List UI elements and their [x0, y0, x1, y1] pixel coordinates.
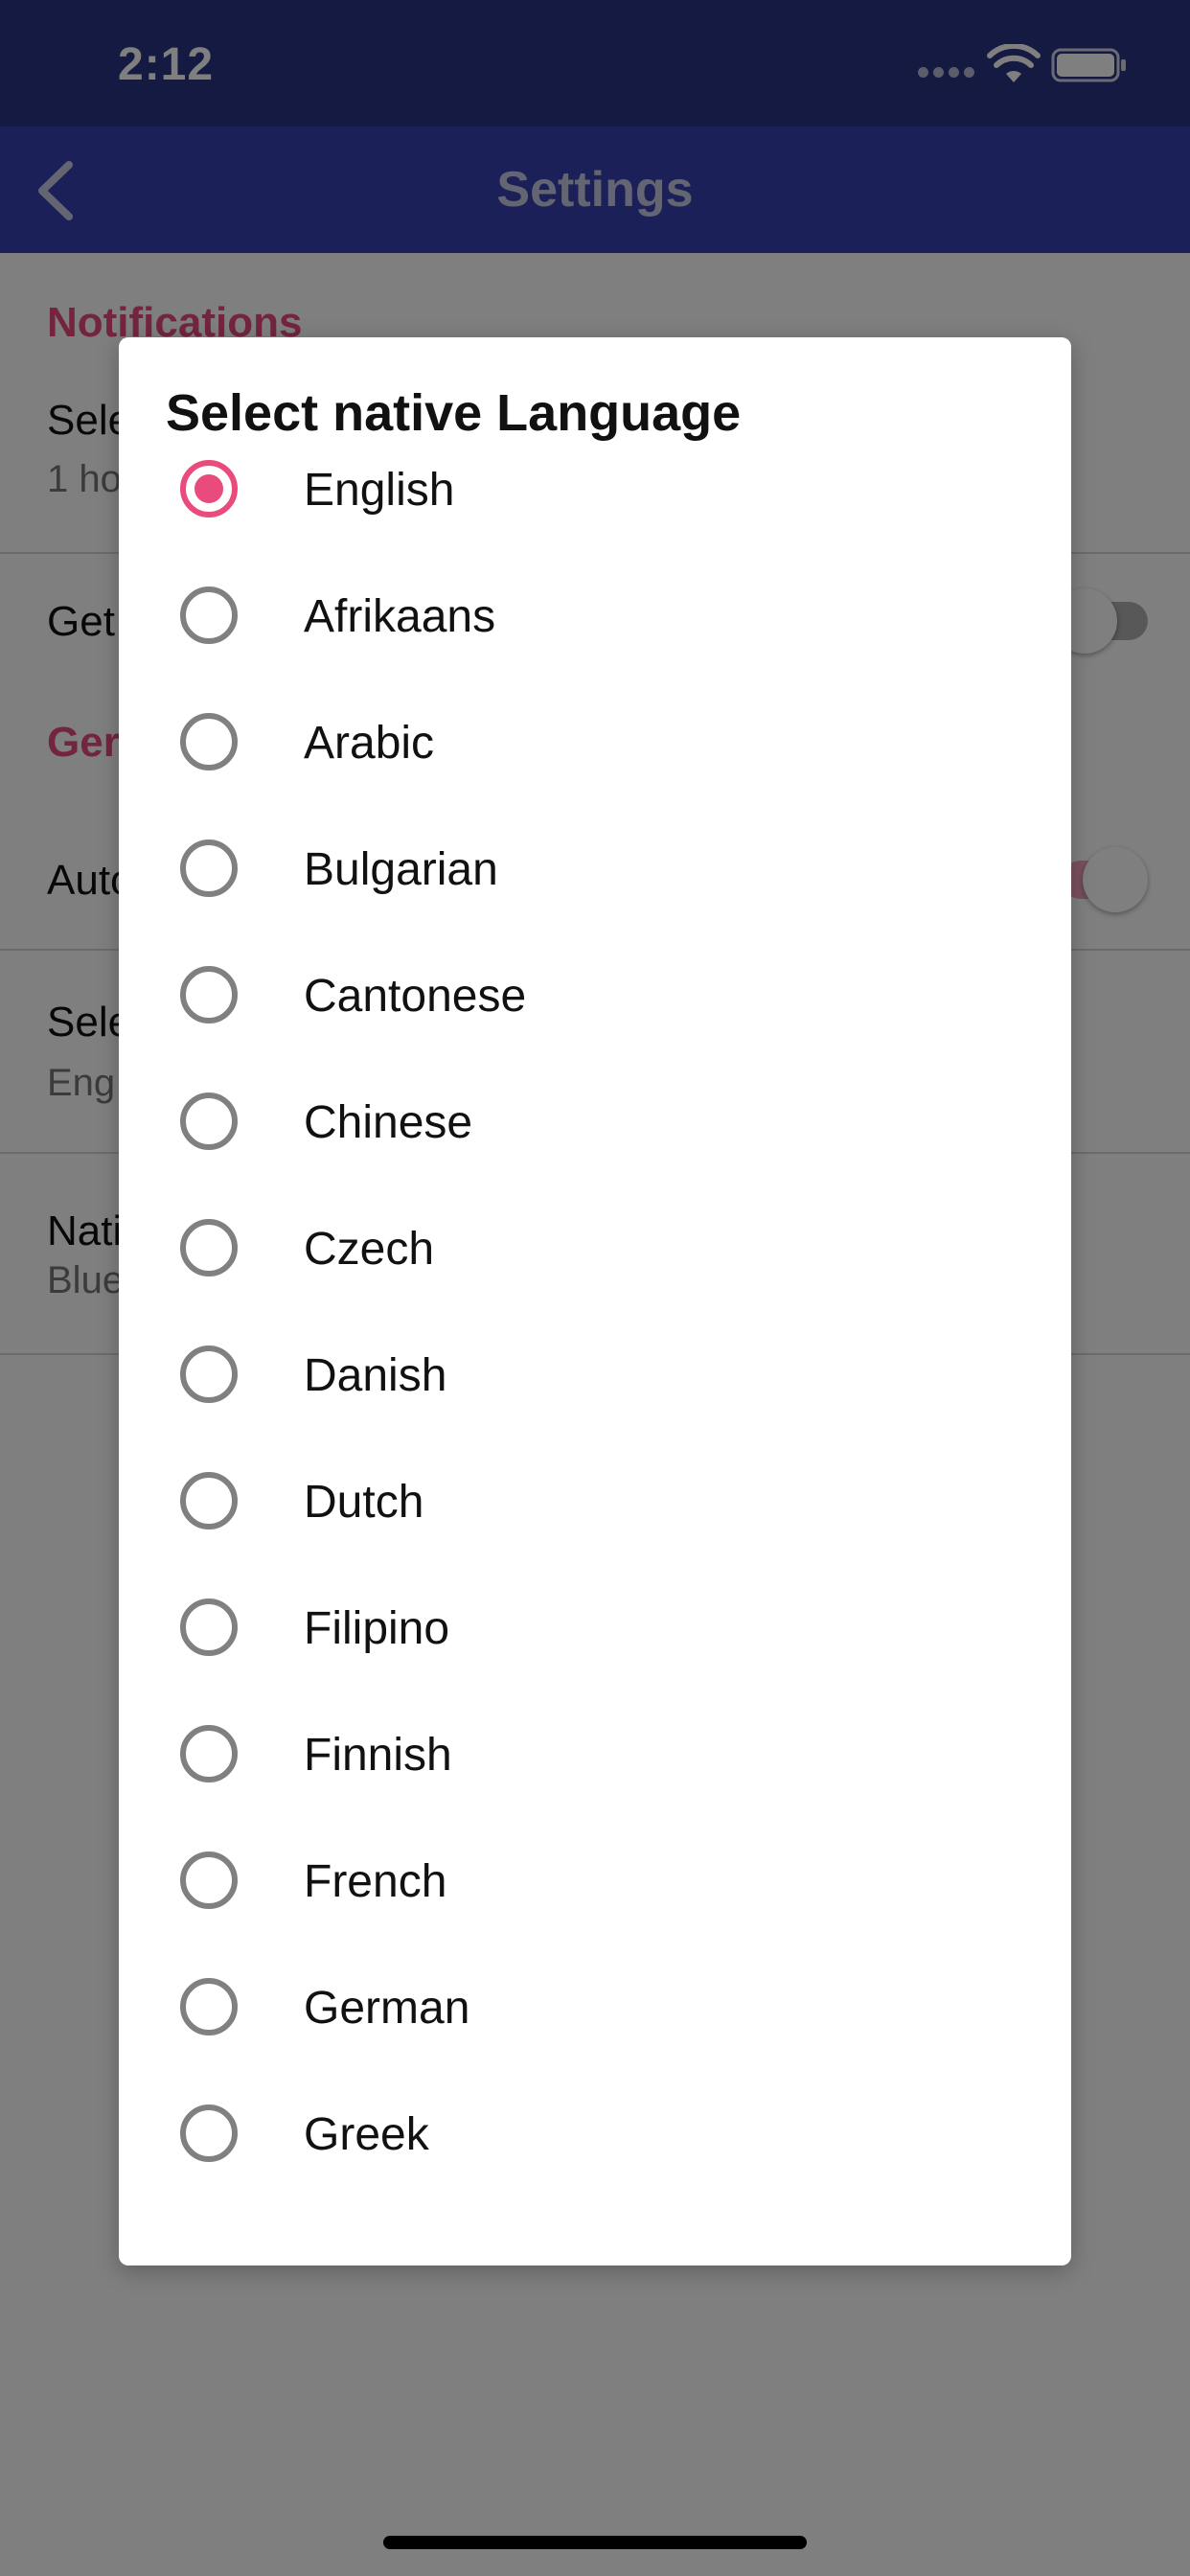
- radio-unchecked-icon[interactable]: [180, 1219, 238, 1276]
- language-option-label: French: [304, 1856, 447, 1907]
- language-picker-dialog: Select native Language English Afrikaans A…: [119, 337, 1071, 2266]
- language-option[interactable]: Finnish: [119, 1690, 1071, 1817]
- radio-unchecked-icon[interactable]: [180, 1598, 238, 1656]
- radio-unchecked-icon[interactable]: [180, 586, 238, 644]
- language-option[interactable]: Greek: [119, 2070, 1071, 2196]
- language-option-label: Arabic: [304, 718, 435, 769]
- language-option-label: English: [304, 465, 455, 516]
- radio-unchecked-icon[interactable]: [180, 1725, 238, 1782]
- language-option-label: German: [304, 1983, 470, 2034]
- language-option-label: Dutch: [304, 1477, 424, 1528]
- radio-unchecked-icon[interactable]: [180, 1346, 238, 1403]
- language-option[interactable]: Czech: [119, 1184, 1071, 1311]
- language-option[interactable]: Arabic: [119, 678, 1071, 805]
- language-option[interactable]: Bulgarian: [119, 805, 1071, 932]
- language-option[interactable]: French: [119, 1817, 1071, 1944]
- radio-unchecked-icon[interactable]: [180, 1472, 238, 1530]
- language-option[interactable]: Chinese: [119, 1058, 1071, 1184]
- language-option-label: Czech: [304, 1224, 435, 1275]
- radio-unchecked-icon[interactable]: [180, 713, 238, 770]
- radio-unchecked-icon[interactable]: [180, 1092, 238, 1150]
- language-option-label: Bulgarian: [304, 844, 498, 895]
- language-option-label: Afrikaans: [304, 591, 496, 642]
- language-option[interactable]: German: [119, 1944, 1071, 2070]
- language-option[interactable]: Danish: [119, 1311, 1071, 1438]
- language-option-label: Danish: [304, 1350, 447, 1401]
- language-option-label: Finnish: [304, 1730, 452, 1781]
- radio-unchecked-icon[interactable]: [180, 2104, 238, 2162]
- language-option-label: Greek: [304, 2109, 429, 2160]
- radio-unchecked-icon[interactable]: [180, 1978, 238, 2036]
- language-option-label: Chinese: [304, 1097, 473, 1148]
- language-option[interactable]: English: [119, 426, 1071, 552]
- language-option[interactable]: Filipino: [119, 1564, 1071, 1690]
- radio-unchecked-icon[interactable]: [180, 840, 238, 897]
- radio-unchecked-icon[interactable]: [180, 1852, 238, 1909]
- language-option[interactable]: Dutch: [119, 1438, 1071, 1564]
- radio-unchecked-icon[interactable]: [180, 966, 238, 1024]
- language-option[interactable]: Cantonese: [119, 932, 1071, 1058]
- language-option-label: Filipino: [304, 1603, 450, 1654]
- home-indicator: [383, 2536, 807, 2549]
- radio-checked-icon[interactable]: [180, 460, 238, 518]
- language-option-label: Cantonese: [304, 971, 527, 1022]
- language-option[interactable]: Afrikaans: [119, 552, 1071, 678]
